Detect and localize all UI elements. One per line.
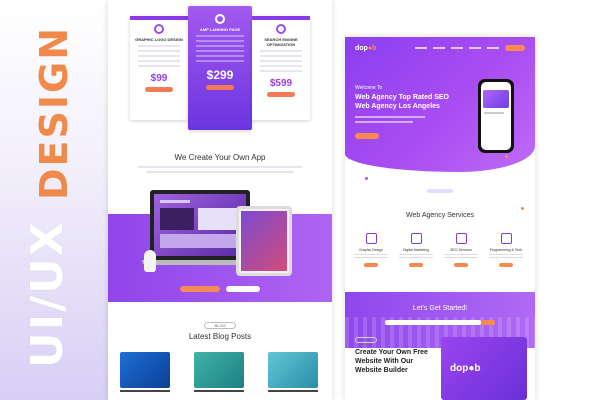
email-input[interactable]: [385, 320, 481, 325]
cta-title: Let's Get Started!: [412, 305, 468, 312]
nav-cta-button[interactable]: [505, 45, 525, 51]
service-button[interactable]: [409, 263, 423, 267]
pricing-title: AMP LANDING PAGE: [199, 27, 241, 32]
service-button[interactable]: [454, 263, 468, 267]
pricing-title: SEARCH ENGINE OPTIMIZATION: [264, 37, 298, 47]
left-mockup: GRAPHIC LOGO DESIGN $99 AMP LANDING PAGE…: [108, 0, 332, 400]
blog-image-studio[interactable]: [268, 352, 318, 388]
pricing-amount: $99: [150, 73, 168, 84]
pricing-card-seo: SEARCH ENGINE OPTIMIZATION $599: [252, 16, 310, 120]
service-button[interactable]: [499, 263, 513, 267]
service-card: Programming & Tech: [486, 233, 526, 283]
service-card: SEO Services: [441, 233, 481, 283]
right-mockup: dop●b Welcome To Web Agency Top Rated SE…: [345, 37, 535, 400]
seo-icon: [276, 24, 286, 34]
blog-image-laptop[interactable]: [194, 352, 244, 388]
nav-item[interactable]: [433, 47, 445, 49]
service-button[interactable]: [364, 263, 378, 267]
phone-image: [478, 79, 514, 153]
nav-item[interactable]: [415, 47, 427, 49]
logo-icon: [154, 24, 164, 34]
graphic-icon: [365, 233, 377, 244]
vase-image: [144, 250, 156, 272]
subscribe-button[interactable]: [481, 320, 495, 325]
hero-welcome: Welcome To: [355, 85, 383, 91]
builder-tag: GET STARTED: [355, 337, 377, 346]
seo-icon: [455, 233, 467, 244]
primary-cta-button[interactable]: [180, 286, 220, 292]
service-card: Graphic Design: [351, 233, 391, 283]
nav-item[interactable]: [487, 47, 499, 49]
secondary-cta-button[interactable]: [226, 286, 260, 292]
pricing-button[interactable]: [145, 87, 173, 92]
blog-title: Latest Blog Posts: [188, 332, 252, 341]
pricing-title: GRAPHIC LOGO DESIGN: [135, 37, 183, 42]
pricing-amount: $299: [206, 68, 234, 82]
pricing-amount: $599: [269, 78, 293, 89]
pricing-button[interactable]: [206, 85, 234, 90]
headline-ui-ux: UI/UX: [22, 220, 73, 368]
blog-image-google[interactable]: [120, 352, 170, 388]
builder-logo: dop●b: [450, 363, 481, 374]
headline-design: DESIGN: [32, 25, 76, 200]
blog-pill: BLOG: [204, 322, 236, 329]
pricing-card-amp: AMP LANDING PAGE $299: [188, 6, 252, 130]
code-icon: [500, 233, 512, 244]
laptop-image: [150, 190, 250, 260]
service-card: Digital Marketing: [396, 233, 436, 283]
marketing-icon: [410, 233, 422, 244]
tablet-image: [236, 206, 292, 276]
vertical-headline: UI/UX DESIGN: [0, 0, 100, 400]
document-icon: [215, 14, 225, 24]
brand-logo[interactable]: dop●b: [355, 45, 376, 52]
nav-item[interactable]: [469, 47, 481, 49]
services-title: Web Agency Services: [406, 212, 474, 219]
pricing-card-logo: GRAPHIC LOGO DESIGN $99: [130, 16, 188, 120]
app-section-title: We Create Your Own App: [174, 153, 266, 162]
pricing-button[interactable]: [267, 92, 295, 97]
builder-headline: Create Your Own Free Website With Our We…: [355, 349, 428, 374]
nav-item[interactable]: [451, 47, 463, 49]
hero-headline: Web Agency Top Rated SEO Web Agency Los …: [355, 94, 449, 110]
hero-button[interactable]: [355, 133, 379, 139]
